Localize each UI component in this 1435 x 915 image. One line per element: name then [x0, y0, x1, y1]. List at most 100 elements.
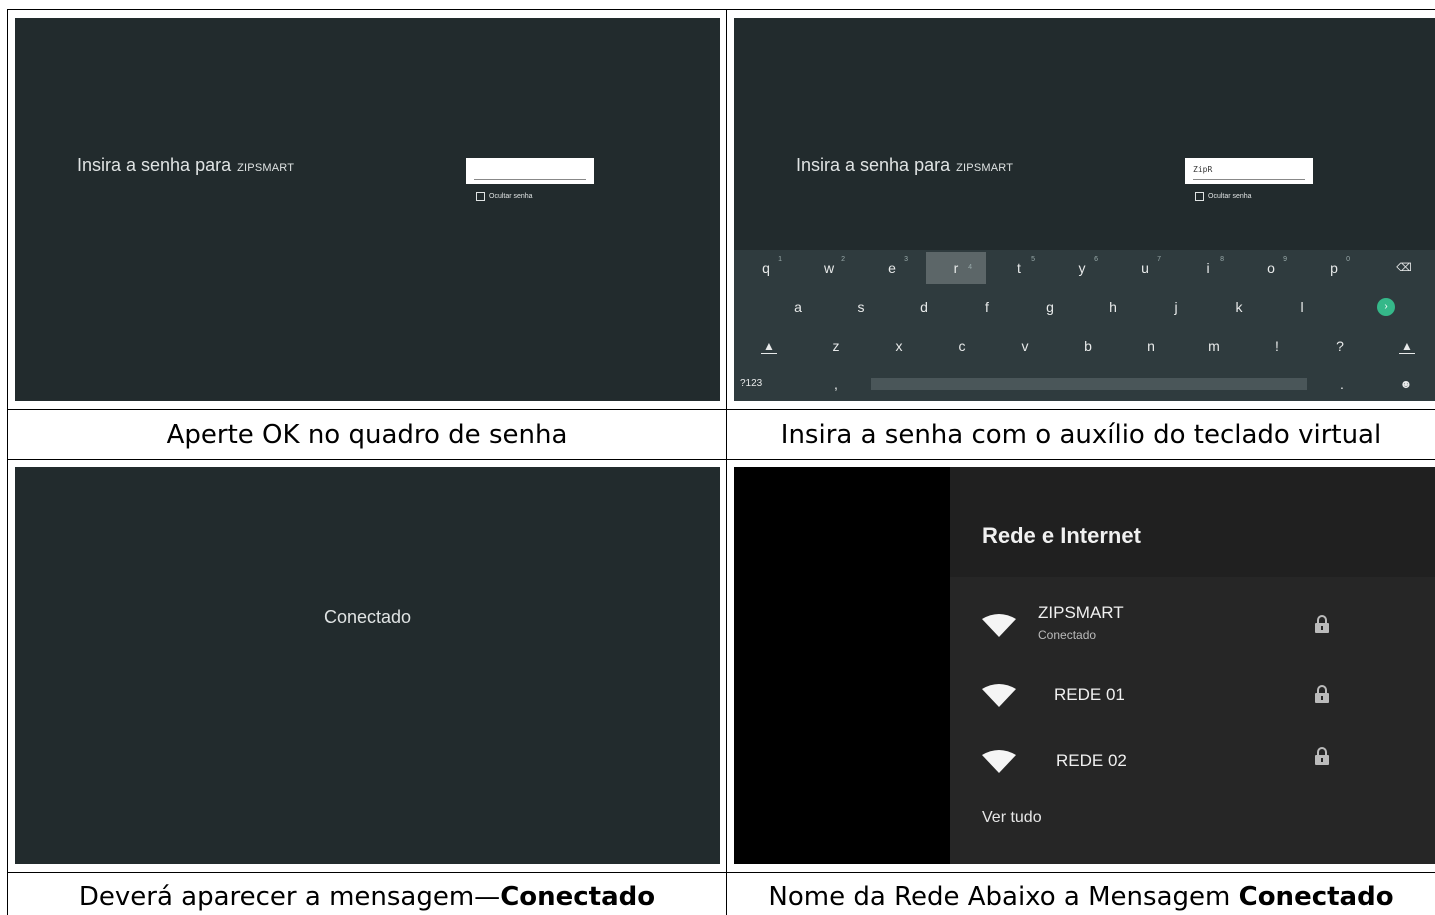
network-item-rede-01[interactable]: REDE 01 — [982, 667, 1435, 727]
key-x[interactable]: x — [869, 336, 929, 356]
caption-step-1: Aperte OK no quadro de senha — [166, 420, 568, 450]
key-r-highlighted[interactable]: r4 — [926, 252, 986, 284]
key-s[interactable]: s — [831, 297, 891, 317]
ssid-label: ZIPSMART — [237, 162, 295, 174]
caption-text: Deverá aparecer a mensagem— — [78, 882, 501, 912]
checkbox-box[interactable] — [1195, 192, 1204, 201]
key-number: 2 — [841, 256, 845, 263]
key-n[interactable]: n — [1121, 336, 1181, 356]
settings-title: Rede e Internet — [982, 523, 1141, 548]
hide-password-checkbox[interactable]: Ocultar senha — [476, 192, 533, 201]
emoji-icon[interactable]: ☻ — [1376, 374, 1435, 394]
password-value: ZipR — [1193, 165, 1213, 174]
go-arrow-icon[interactable]: › — [1377, 298, 1395, 316]
caption-bold: Conectado — [500, 882, 656, 912]
key-p[interactable]: p0 — [1304, 256, 1364, 278]
network-item-zipsmart[interactable]: ZIPSMART Conectado — [982, 597, 1435, 657]
table-border-top — [7, 9, 1435, 10]
key-q[interactable]: q1 — [736, 256, 796, 278]
checkbox-box[interactable] — [476, 192, 485, 201]
key-h[interactable]: h — [1083, 297, 1143, 317]
key-o[interactable]: o9 — [1241, 256, 1301, 278]
key-f[interactable]: f — [957, 297, 1017, 317]
key-number: 8 — [1220, 256, 1224, 263]
key-m[interactable]: m — [1184, 336, 1244, 356]
key-g[interactable]: g — [1020, 297, 1080, 317]
settings-header: Rede e Internet — [950, 467, 1435, 577]
key-exclamation[interactable]: ! — [1247, 336, 1307, 356]
key-number: 5 — [1031, 256, 1035, 263]
key-l[interactable]: l — [1272, 297, 1332, 317]
key-number: 0 — [1346, 256, 1350, 263]
see-all-link[interactable]: Ver tudo — [982, 809, 1042, 827]
key-label: p — [1330, 260, 1338, 276]
screenshot-network-settings: Rede e Internet ZIPSMART Conectado REDE … — [734, 467, 1435, 864]
table-divider-vertical — [726, 9, 727, 915]
key-c[interactable]: c — [932, 336, 992, 356]
key-w[interactable]: w2 — [799, 256, 859, 278]
key-y[interactable]: y6 — [1052, 256, 1112, 278]
caption-text: Nome da Rede Abaixo a Mensagem — [768, 882, 1239, 912]
caption-step-2: Insira a senha com o auxílio do teclado … — [780, 420, 1382, 450]
table-divider — [7, 409, 1435, 410]
wifi-icon — [982, 684, 1016, 707]
caption-step-4: Nome da Rede Abaixo a Mensagem Conectado — [727, 882, 1435, 912]
key-j[interactable]: j — [1146, 297, 1206, 317]
network-name: REDE 01 — [1054, 685, 1125, 704]
key-number: 6 — [1094, 256, 1098, 263]
table-divider — [7, 872, 1435, 873]
password-field[interactable] — [466, 158, 594, 184]
key-t[interactable]: t5 — [989, 256, 1049, 278]
spacebar[interactable] — [871, 378, 1307, 390]
network-name: REDE 02 — [1056, 751, 1127, 770]
shift-icon[interactable]: ▲ — [1399, 339, 1415, 354]
checkbox-label: Ocultar senha — [1208, 193, 1252, 200]
checkbox-label: Ocultar senha — [489, 193, 533, 200]
caption-step-3: Deverá aparecer a mensagem—Conectado — [8, 882, 726, 912]
key-a[interactable]: a — [768, 297, 828, 317]
symbols-key[interactable]: ?123 — [740, 374, 800, 394]
ssid-label: ZIPSMART — [956, 162, 1014, 174]
key-z[interactable]: z — [806, 336, 866, 356]
field-underline — [474, 179, 586, 180]
key-period[interactable]: . — [1312, 374, 1372, 394]
key-u[interactable]: u7 — [1115, 256, 1175, 278]
key-label: o — [1267, 260, 1275, 276]
key-b[interactable]: b — [1058, 336, 1118, 356]
prompt-label: Insira a senha para — [77, 155, 232, 175]
shift-icon[interactable]: ▲ — [761, 339, 777, 354]
key-label: q — [762, 260, 770, 276]
password-field[interactable]: ZipR — [1185, 158, 1313, 184]
caption-bold: Conectado — [1238, 882, 1394, 912]
key-k[interactable]: k — [1209, 297, 1269, 317]
password-prompt-text: Insira a senha para ZIPSMART — [77, 155, 294, 176]
key-label: w — [823, 260, 835, 276]
network-name: ZIPSMART — [1038, 603, 1124, 622]
network-item-rede-02[interactable]: REDE 02 — [982, 733, 1435, 793]
key-comma[interactable]: , — [806, 374, 866, 394]
key-number: 3 — [904, 256, 908, 263]
virtual-keyboard: q1 w2 e3 r4 t5 y6 u7 i8 o9 p0 ⌫ a s d f … — [734, 250, 1435, 401]
key-i[interactable]: i8 — [1178, 256, 1238, 278]
key-label: y — [1078, 260, 1086, 276]
connected-message: Conectado — [323, 607, 412, 627]
key-number: 7 — [1157, 256, 1161, 263]
hide-password-checkbox[interactable]: Ocultar senha — [1195, 192, 1252, 201]
key-d[interactable]: d — [894, 297, 954, 317]
field-underline — [1193, 179, 1305, 180]
password-prompt-text: Insira a senha para ZIPSMART — [796, 155, 1013, 176]
key-number: 9 — [1283, 256, 1287, 263]
key-question[interactable]: ? — [1310, 336, 1370, 356]
screenshot-connected: Conectado — [15, 467, 720, 864]
wifi-icon — [982, 750, 1016, 773]
prompt-label: Insira a senha para — [796, 155, 951, 175]
key-e[interactable]: e3 — [862, 256, 922, 278]
key-label: e — [888, 260, 896, 276]
key-number: 4 — [968, 264, 972, 271]
lock-icon — [1315, 685, 1329, 703]
settings-panel: Rede e Internet ZIPSMART Conectado REDE … — [950, 467, 1435, 864]
backspace-icon[interactable]: ⌫ — [1374, 258, 1434, 278]
key-v[interactable]: v — [995, 336, 1055, 356]
key-label: t — [1017, 260, 1021, 276]
lock-icon — [1315, 615, 1329, 633]
